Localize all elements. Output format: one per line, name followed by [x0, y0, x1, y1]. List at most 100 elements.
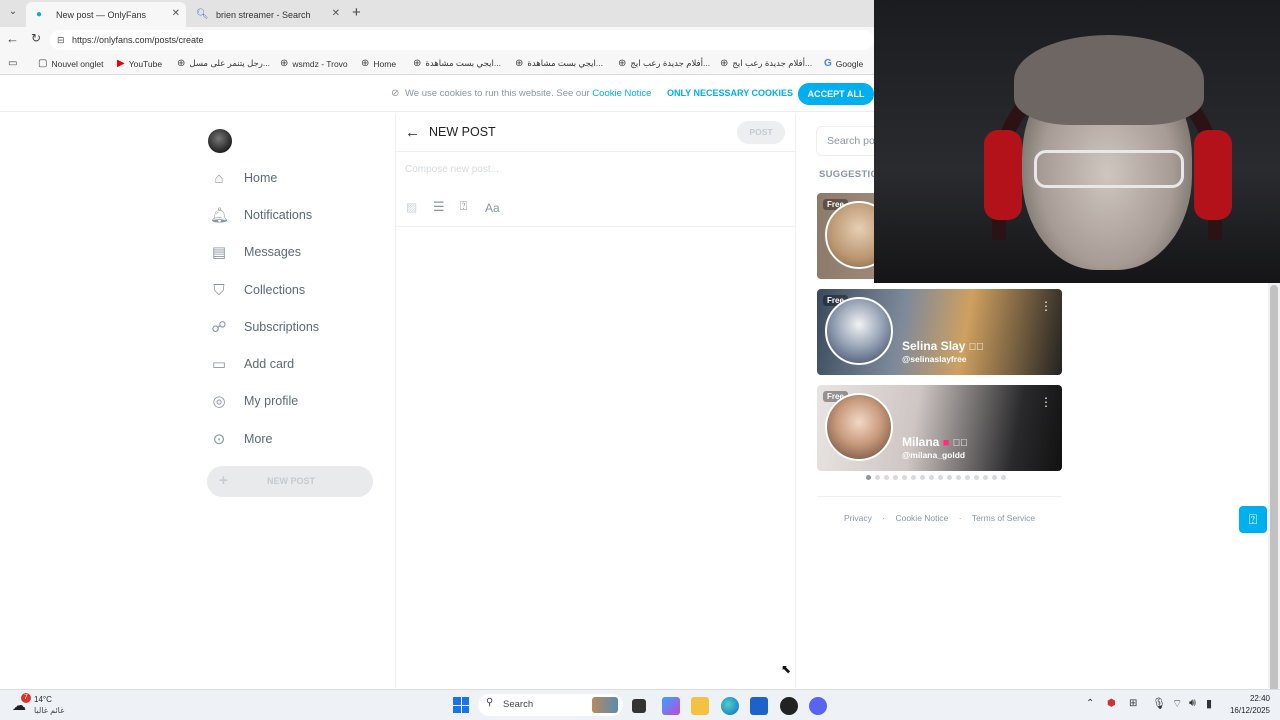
mouse-cursor-icon: ⬉ [781, 662, 792, 676]
card-menu-icon[interactable]: ⋮ [1040, 395, 1052, 409]
start-windows-icon[interactable] [453, 697, 469, 713]
sidebar-item-add-card[interactable]: ▭ Add card [210, 351, 294, 377]
copilot-icon[interactable] [662, 697, 680, 715]
post-button[interactable]: POST [737, 121, 785, 144]
help-button[interactable]: ⍰ [1239, 506, 1267, 533]
carousel-dot[interactable] [911, 475, 916, 480]
carousel-dot[interactable] [929, 475, 934, 480]
bookmarks-menu-icon[interactable]: ▭ [8, 58, 17, 69]
microphone-icon[interactable]: 🎙︎ [1152, 697, 1166, 710]
image-upload-icon[interactable]: ▨ [406, 200, 417, 214]
privacy-link[interactable]: Privacy [844, 513, 872, 523]
quiz-icon[interactable]: ⍰ [460, 199, 467, 214]
terms-of-service-link[interactable]: Terms of Service [972, 513, 1035, 523]
carousel-dot[interactable] [974, 475, 979, 480]
poll-icon[interactable]: ☰ [433, 199, 445, 215]
carousel-dot-active[interactable] [866, 475, 871, 480]
sidebar-item-home[interactable]: ⌂ Home [210, 165, 277, 191]
sidebar-item-notifications[interactable]: 🔔︎ Notifications [210, 202, 312, 228]
url-input[interactable]: ⊟ https://onlyfans.com/posts/create [50, 30, 874, 50]
reload-icon[interactable]: ↻ [31, 31, 41, 45]
bell-icon: 🔔︎ [210, 207, 230, 224]
tab-list-chevron-icon[interactable]: ⌄ [4, 6, 22, 22]
creator-handle: @selinaslayfree [902, 354, 967, 364]
toolbar-divider [396, 226, 795, 227]
carousel-dot[interactable] [920, 475, 925, 480]
edge-browser-icon[interactable] [721, 697, 739, 715]
carousel-dot[interactable] [983, 475, 988, 480]
carousel-dot[interactable] [1001, 475, 1006, 480]
back-arrow-icon[interactable]: ← [6, 31, 19, 46]
card-menu-icon[interactable]: ⋮ [1040, 299, 1052, 313]
accept-all-button[interactable]: ACCEPT ALL [798, 83, 874, 105]
page-icon: ▢ [38, 58, 48, 69]
cookie-notice-link[interactable]: Cookie Notice [592, 88, 651, 99]
wifi-icon[interactable]: ⌔ [1172, 697, 1182, 711]
footer-separator: · [882, 513, 886, 523]
bookmark-item[interactable]: ⊕ wsmdz - Trovo [280, 58, 348, 69]
tray-security-icon[interactable]: ⊞ [1129, 698, 1137, 709]
sidebar-item-more[interactable]: ⊙ More [210, 426, 273, 452]
tab-title: New post — OnlyFans [56, 9, 147, 20]
bookmark-item[interactable]: ⊕ أفلام جديدة رعب ايج... [618, 58, 710, 69]
tab-search[interactable]: 🔍︎ brien streamer - Search ✕ [186, 2, 346, 27]
verified-icon: ✓⃝ [968, 342, 984, 353]
store-icon[interactable] [750, 697, 768, 715]
task-view-icon[interactable] [632, 699, 646, 713]
avatar [825, 297, 893, 365]
profile-icon: ◎ [212, 393, 226, 410]
taskbar-search-box[interactable]: ⚲ Search [478, 694, 623, 716]
carousel-dot[interactable] [938, 475, 943, 480]
plus-icon: + [219, 472, 228, 489]
back-arrow-icon[interactable]: ← [405, 124, 420, 141]
cookie-notice-footer-link[interactable]: Cookie Notice [895, 513, 948, 523]
carousel-dot[interactable] [956, 475, 961, 480]
webcam-hair [1014, 35, 1204, 125]
new-post-sidebar-button[interactable]: + NEW POST [207, 466, 373, 497]
bookmark-item[interactable]: ⊕ ايجي بست مشاهدة... [413, 58, 501, 69]
scrollbar-thumb[interactable] [1270, 285, 1278, 713]
tray-app-icon[interactable]: ⬢ [1107, 698, 1116, 709]
battery-icon[interactable]: ▮ [1206, 697, 1212, 710]
globe-icon: ⊕ [515, 58, 524, 69]
close-tab-icon[interactable]: ✕ [332, 8, 340, 19]
carousel-dot[interactable] [965, 475, 970, 480]
bookmark-item[interactable]: ▶ YouTube [117, 58, 162, 69]
bookmark-item[interactable]: G Google [824, 58, 863, 69]
sidebar-item-my-profile[interactable]: ◎ My profile [210, 388, 298, 414]
new-tab-plus-icon[interactable]: + [352, 4, 361, 21]
clock[interactable]: 22:40 16/12/2025 [1226, 693, 1270, 717]
tab-new-post[interactable]: ● New post — OnlyFans ✕ [26, 2, 186, 27]
bookmark-item[interactable]: ⊕ رجل يتنمر على مسل... [177, 58, 270, 69]
carousel-dot[interactable] [902, 475, 907, 480]
volume-icon[interactable]: 🔊︎ [1189, 697, 1196, 710]
obs-icon[interactable] [780, 697, 798, 715]
only-necessary-cookies-button[interactable]: ONLY NECESSARY COOKIES [667, 88, 793, 98]
bookmark-item[interactable]: ⊕ Home [361, 58, 396, 69]
sidebar-item-collections[interactable]: ⛉ Collections [210, 277, 305, 303]
more-icon: ⊙ [212, 431, 226, 448]
carousel-dot[interactable] [875, 475, 880, 480]
carousel-dots[interactable] [866, 475, 1016, 483]
sidebar-item-messages[interactable]: ▤ Messages [210, 239, 301, 265]
carousel-dot[interactable] [947, 475, 952, 480]
carousel-dot[interactable] [992, 475, 997, 480]
bookmark-item[interactable]: ⊕ ايجي بست مشاهدة... [515, 58, 603, 69]
user-avatar[interactable] [208, 129, 232, 153]
close-tab-icon[interactable]: ✕ [172, 8, 180, 19]
bookmark-item[interactable]: ▢ Nouvel onglet [38, 58, 103, 69]
file-explorer-icon[interactable] [691, 697, 709, 715]
bookmark-item[interactable]: ⊕ أفلام جديدة رعب ايج... [720, 58, 812, 69]
sidebar-item-subscriptions[interactable]: ☍ Subscriptions [210, 314, 319, 340]
weather-widget[interactable]: ☁ 7 14°C غائم غالبا [12, 693, 92, 719]
tray-overflow-chevron-icon[interactable]: ⌃ [1086, 698, 1094, 709]
text-format-button[interactable]: Aa [485, 201, 500, 215]
carousel-dot[interactable] [893, 475, 898, 480]
site-info-icon[interactable]: ⊟ [57, 30, 65, 50]
carousel-dot[interactable] [884, 475, 889, 480]
discord-icon[interactable] [809, 697, 827, 715]
compose-post-input[interactable]: Compose new post... [405, 164, 785, 180]
suggestion-card[interactable]: Free Milana ■ ✓⃝ @milana_goldd ⋮ [817, 385, 1062, 471]
suggestion-card[interactable]: Free Selina Slay ✓⃝ @selinaslayfree ⋮ [817, 289, 1062, 375]
youtube-icon: ▶ [117, 58, 125, 69]
